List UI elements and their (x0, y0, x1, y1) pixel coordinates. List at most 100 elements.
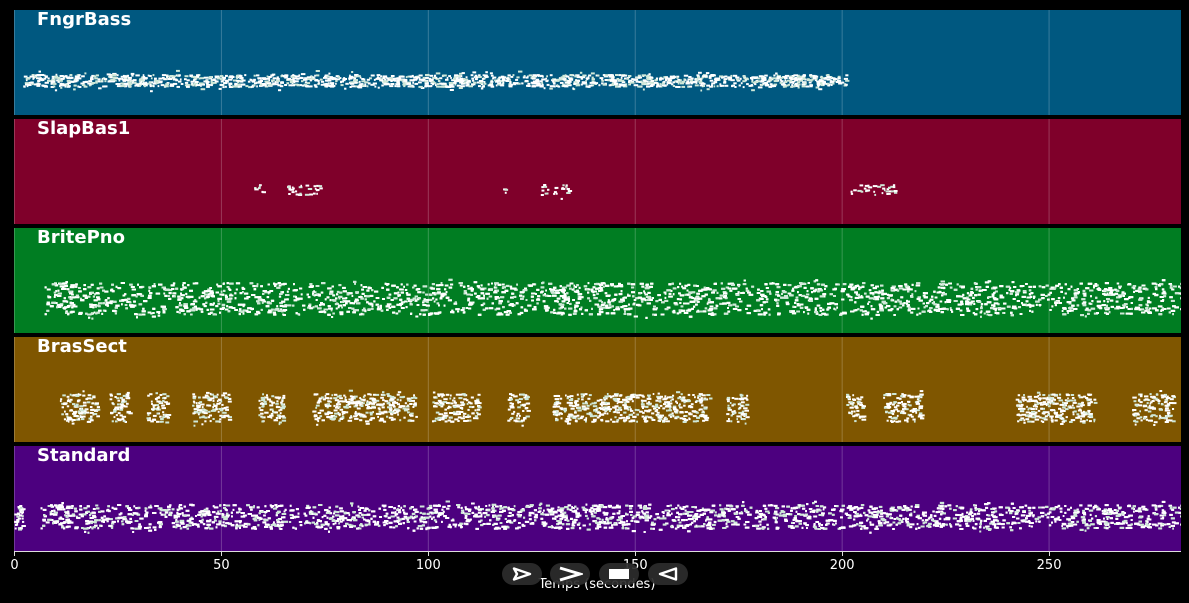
note-mark (152, 74, 155, 77)
note-mark (541, 82, 544, 84)
note-mark (60, 77, 65, 80)
note-mark (67, 82, 71, 85)
note-mark (39, 77, 42, 80)
note-mark (93, 75, 97, 78)
note-mark (425, 76, 429, 79)
note-mark (792, 81, 795, 83)
note-mark (569, 78, 573, 81)
note-mark (424, 80, 428, 83)
note-mark (256, 74, 260, 77)
note-mark (775, 72, 778, 75)
note-mark (373, 78, 376, 81)
note-mark (892, 186, 896, 189)
note-mark (801, 85, 806, 88)
note-mark (59, 85, 61, 88)
note-mark (868, 186, 873, 189)
note-mark (41, 79, 43, 82)
note-mark (147, 74, 150, 77)
note-mark (384, 82, 390, 85)
note-mark (305, 184, 310, 187)
note-mark (797, 86, 800, 89)
note-mark (465, 76, 468, 79)
note-mark (1051, 305, 1054, 308)
note-mark (133, 81, 137, 84)
note-mark (289, 188, 295, 191)
note-mark (830, 80, 835, 83)
note-mark (117, 77, 122, 80)
note-mark (574, 75, 577, 78)
note-mark (766, 80, 771, 83)
note-mark (259, 83, 263, 86)
note-mark (558, 78, 563, 81)
note-mark (253, 84, 256, 87)
note-mark (454, 74, 459, 77)
note-mark (107, 297, 110, 300)
note-mark (874, 193, 877, 196)
note-mark (124, 304, 128, 306)
note-mark (390, 75, 395, 77)
note-mark (608, 303, 612, 306)
track-panel: BritePno (14, 228, 1181, 333)
note-mark (724, 84, 729, 87)
note-mark (793, 74, 798, 77)
note-mark (87, 82, 91, 85)
note-mark (751, 89, 755, 92)
note-mark (698, 71, 702, 74)
note-mark (666, 81, 669, 84)
note-mark (633, 299, 637, 301)
note-mark (351, 71, 354, 73)
note-mark (794, 301, 797, 304)
note-mark (635, 80, 640, 83)
note-mark (304, 78, 308, 81)
note-mark (390, 83, 395, 85)
note-mark (450, 283, 454, 286)
note-mark (266, 75, 269, 78)
note-mark (760, 79, 763, 82)
note-mark (340, 84, 344, 87)
note-mark (750, 77, 754, 80)
note-mark (549, 87, 553, 90)
note-mark (655, 77, 659, 80)
note-mark (214, 75, 219, 78)
note-mark (565, 185, 568, 188)
note-mark (98, 87, 102, 90)
note-mark (23, 75, 28, 78)
note-mark (307, 188, 313, 190)
note-mark (465, 78, 469, 81)
note-mark (832, 77, 836, 80)
note-mark (587, 76, 590, 79)
note-mark (566, 188, 570, 190)
note-mark (881, 192, 884, 195)
note-mark (376, 74, 381, 77)
note-mark (150, 77, 153, 80)
note-mark (894, 191, 898, 194)
note-mark (189, 75, 192, 78)
note-mark (527, 85, 531, 87)
note-mark (448, 75, 451, 78)
note-mark (342, 78, 347, 80)
note-mark (66, 77, 71, 80)
note-mark (845, 74, 849, 77)
note-mark (458, 87, 463, 89)
note-mark (427, 73, 430, 76)
note-mark (637, 74, 641, 77)
note-mark (797, 83, 801, 86)
note-mark (314, 85, 317, 88)
note-mark (561, 187, 564, 190)
note-mark (132, 79, 137, 82)
note-mark (266, 77, 271, 80)
note-mark (410, 79, 415, 82)
note-mark (656, 85, 659, 88)
note-mark (711, 74, 716, 77)
note-mark (620, 76, 623, 79)
note-mark (694, 78, 697, 81)
note-mark (225, 85, 227, 88)
note-mark (866, 189, 871, 192)
note-mark (37, 80, 41, 83)
note-mark (436, 83, 440, 86)
note-mark (532, 80, 538, 83)
note-mark (794, 79, 799, 82)
track-panel: FngrBass (14, 10, 1181, 115)
note-mark (483, 81, 486, 83)
note-mark (459, 81, 464, 84)
